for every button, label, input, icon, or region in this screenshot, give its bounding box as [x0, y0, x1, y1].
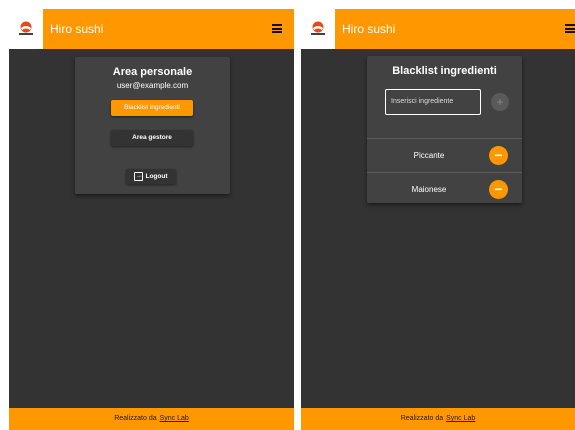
- add-ingredient-button[interactable]: +: [491, 93, 509, 111]
- menu-icon[interactable]: [565, 24, 575, 33]
- logout-button[interactable]: → Logout: [126, 169, 176, 184]
- footer-text: Realizzato da: [114, 415, 157, 422]
- footer-link[interactable]: Sync Lab: [160, 415, 189, 422]
- footer-text: Realizzato da: [400, 415, 444, 422]
- footer: Realizzato da Sync Lab: [9, 408, 294, 430]
- logo-container[interactable]: [301, 9, 335, 49]
- list-item: Piccante −: [367, 139, 522, 172]
- page-title: Blacklist ingredienti: [392, 65, 497, 77]
- remove-ingredient-button[interactable]: −: [489, 146, 508, 165]
- app-header: Hiro sushi: [9, 9, 294, 49]
- app-header: Hiro sushi: [301, 9, 575, 49]
- logo-container[interactable]: [9, 9, 43, 49]
- ingredient-label: Piccante: [413, 151, 445, 160]
- ingredient-input[interactable]: Inserisci ingrediente: [385, 89, 481, 115]
- list-item: Maionese −: [367, 173, 522, 206]
- profile-card: Area personale user@example.com Blacklis…: [75, 57, 230, 194]
- menu-icon[interactable]: [272, 24, 282, 33]
- brand-title[interactable]: Hiro sushi: [50, 22, 103, 36]
- footer-link[interactable]: Sync Lab: [446, 415, 475, 422]
- blacklist-card: Blacklist ingredienti Inserisci ingredie…: [367, 56, 522, 203]
- logout-icon: →: [134, 171, 144, 181]
- logo-icon: [311, 21, 325, 35]
- left-screen: Hiro sushi Area personale user@example.c…: [9, 9, 294, 430]
- logo-icon: [19, 21, 33, 35]
- brand-title[interactable]: Hiro sushi: [342, 22, 395, 36]
- remove-ingredient-button[interactable]: −: [489, 180, 508, 199]
- page-title: Area personale: [112, 66, 193, 78]
- right-screen: Hiro sushi Blacklist ingredienti Inseris…: [301, 9, 575, 430]
- manager-area-button[interactable]: Area gestore: [111, 130, 193, 146]
- blacklist-button[interactable]: Blacklist ingredienti: [111, 100, 193, 116]
- logout-label: Logout: [145, 173, 168, 180]
- footer: Realizzato da Sync Lab: [301, 408, 575, 430]
- ingredient-label: Maionese: [411, 185, 447, 194]
- user-email: user@example.com: [116, 81, 189, 90]
